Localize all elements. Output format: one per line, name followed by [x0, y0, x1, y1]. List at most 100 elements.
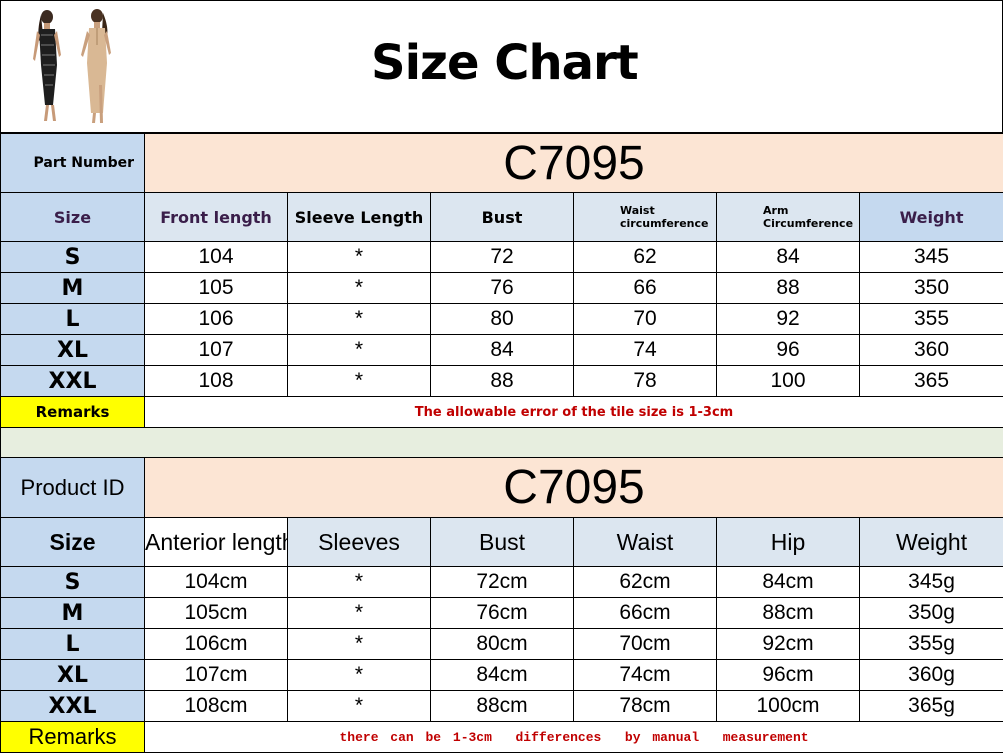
table-cell: 66cm	[573, 597, 717, 629]
table-cell: 92	[716, 303, 860, 335]
table-cell: 72	[430, 241, 574, 273]
section-divider	[0, 427, 1003, 458]
size-table-1: Part Number C7095 Size Front length Slee…	[0, 133, 1003, 458]
table-cell: 360g	[858, 659, 1003, 691]
size-label: S	[0, 566, 145, 598]
size-label: L	[0, 628, 145, 660]
remarks-label: Remarks	[0, 396, 145, 428]
models-photo	[33, 9, 111, 123]
table-row: XXL 108cm * 88cm 78cm 100cm 365g	[0, 690, 1003, 722]
table-cell: 360	[858, 334, 1003, 366]
product-code: C7095	[143, 457, 1003, 518]
size-label: XL	[0, 334, 145, 366]
col-header-size: Size	[0, 192, 145, 242]
table-cell: 96	[716, 334, 860, 366]
part-code: C7095	[143, 133, 1003, 193]
table-row: L 106cm * 80cm 70cm 92cm 355g	[0, 628, 1003, 660]
table-cell: 78cm	[573, 690, 717, 722]
table-cell: *	[287, 566, 431, 598]
size-label: S	[0, 241, 145, 273]
remarks-note: there can be 1-3cm differences by manual…	[143, 721, 1003, 753]
table2-header-row: Size Anterior length Sleeves Bust Waist …	[0, 517, 1003, 567]
col-header-bust: Bust	[430, 517, 574, 567]
table-row: S 104 * 72 62 84 345	[0, 241, 1003, 273]
table-cell: *	[287, 272, 431, 304]
table-cell: 105	[144, 272, 288, 304]
table-cell: 72cm	[430, 566, 574, 598]
part-number-label: Part Number	[0, 133, 145, 193]
table-cell: 76	[430, 272, 574, 304]
col-header-weight: Weight	[858, 192, 1003, 242]
table-cell: *	[287, 659, 431, 691]
table-cell: 88	[430, 365, 574, 397]
table-row: M 105 * 76 66 88 350	[0, 272, 1003, 304]
table-row: S 104cm * 72cm 62cm 84cm 345g	[0, 566, 1003, 598]
table-row: XL 107cm * 84cm 74cm 96cm 360g	[0, 659, 1003, 691]
table-row: XXL 108 * 88 78 100 365	[0, 365, 1003, 397]
remarks-note: The allowable error of the tile size is …	[143, 396, 1003, 428]
col-header-front-length: Front length	[144, 192, 288, 242]
size-label: M	[0, 597, 145, 629]
table-cell: *	[287, 303, 431, 335]
table-cell: 92cm	[716, 628, 860, 660]
table-cell: 80cm	[430, 628, 574, 660]
table-cell: 74cm	[573, 659, 717, 691]
table-cell: 365	[858, 365, 1003, 397]
table-cell: 76cm	[430, 597, 574, 629]
col-header-anterior-length: Anterior length	[144, 517, 288, 567]
table-cell: 350g	[858, 597, 1003, 629]
size-table-2: Product ID C7095 Size Anterior length Sl…	[0, 457, 1003, 753]
table-row: L 106 * 80 70 92 355	[0, 303, 1003, 335]
col-header-arm: Arm Circumference	[716, 192, 860, 242]
size-label: XXL	[0, 690, 145, 722]
product-id-label: Product ID	[0, 457, 145, 518]
table-row: XL 107 * 84 74 96 360	[0, 334, 1003, 366]
table-cell: 365g	[858, 690, 1003, 722]
table-cell: 88cm	[430, 690, 574, 722]
table-cell: 104	[144, 241, 288, 273]
table-cell: 78	[573, 365, 717, 397]
col-header-arm-text: Arm Circumference	[763, 204, 854, 230]
table-cell: 84	[716, 241, 860, 273]
table-cell: 62cm	[573, 566, 717, 598]
table-cell: 70cm	[573, 628, 717, 660]
table-cell: 88	[716, 272, 860, 304]
table-cell: 66	[573, 272, 717, 304]
table-cell: 100cm	[716, 690, 860, 722]
table-cell: 106	[144, 303, 288, 335]
table-cell: 345g	[858, 566, 1003, 598]
col-header-waist: Waist	[573, 517, 717, 567]
col-header-bust: Bust	[430, 192, 574, 242]
table1-header-row: Size Front length Sleeve Length Bust Wai…	[0, 192, 1003, 242]
table-cell: 108	[144, 365, 288, 397]
remarks-label: Remarks	[0, 721, 145, 753]
table-cell: *	[287, 365, 431, 397]
table-cell: *	[287, 597, 431, 629]
table-cell: *	[287, 241, 431, 273]
col-header-size: Size	[0, 517, 145, 567]
table-cell: *	[287, 334, 431, 366]
table-cell: 107cm	[144, 659, 288, 691]
table-cell: 350	[858, 272, 1003, 304]
table-cell: 355	[858, 303, 1003, 335]
table-cell: 355g	[858, 628, 1003, 660]
size-label: XL	[0, 659, 145, 691]
size-chart-header: Size Chart	[0, 0, 1003, 133]
table-cell: 70	[573, 303, 717, 335]
col-header-weight: Weight	[858, 517, 1003, 567]
col-header-waist: Waist circumference	[573, 192, 717, 242]
table-cell: 84	[430, 334, 574, 366]
page-title: Size Chart	[371, 35, 639, 91]
table-cell: 345	[858, 241, 1003, 273]
table-cell: 105cm	[144, 597, 288, 629]
col-header-hip: Hip	[716, 517, 860, 567]
size-label: XXL	[0, 365, 145, 397]
table-cell: 74	[573, 334, 717, 366]
table-row: M 105cm * 76cm 66cm 88cm 350g	[0, 597, 1003, 629]
table-cell: 80	[430, 303, 574, 335]
table-cell: *	[287, 690, 431, 722]
table-cell: 104cm	[144, 566, 288, 598]
table-cell: 84cm	[430, 659, 574, 691]
size-label: M	[0, 272, 145, 304]
table-cell: 107	[144, 334, 288, 366]
